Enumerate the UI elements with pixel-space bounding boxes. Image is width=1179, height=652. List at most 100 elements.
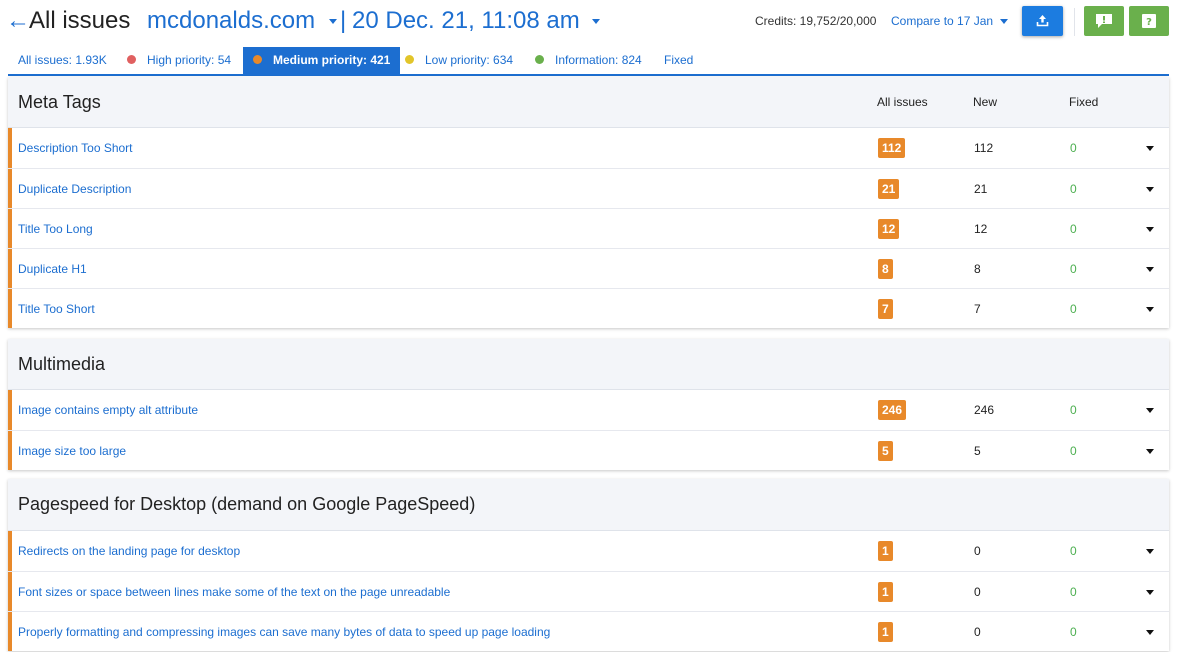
priority-stripe (8, 390, 12, 430)
fixed-count: 0 (1070, 403, 1077, 417)
expand-caret-icon[interactable] (1146, 449, 1154, 454)
green-dot-icon (535, 55, 544, 65)
tab-fixed[interactable]: Fixed (664, 47, 693, 74)
orange-dot-icon (253, 55, 262, 65)
priority-stripe (8, 431, 12, 470)
expand-caret-icon[interactable] (1146, 267, 1154, 272)
priority-stripe (8, 531, 12, 571)
new-count: 0 (974, 585, 981, 599)
tab-all-issues[interactable]: All issues: 1.93K (18, 47, 107, 74)
issue-link[interactable]: Properly formatting and compressing imag… (18, 624, 550, 640)
red-dot-icon (127, 55, 136, 65)
issue-link[interactable]: Title Too Long (18, 221, 93, 237)
issue-link[interactable]: Image contains empty alt attribute (18, 402, 198, 418)
fixed-count: 0 (1070, 222, 1077, 236)
section-meta-tags: Meta Tags All issues New Fixed Descripti… (8, 77, 1169, 328)
priority-tabs: All issues: 1.93K High priority: 54 Medi… (8, 47, 1169, 76)
question-icon: ? (1142, 14, 1156, 28)
expand-caret-icon[interactable] (1146, 590, 1154, 595)
column-header-new: New (973, 95, 998, 109)
issue-link[interactable]: Description Too Short (18, 140, 133, 156)
chevron-down-icon[interactable] (329, 19, 337, 24)
fixed-count: 0 (1070, 182, 1077, 196)
issue-list: Image contains empty alt attribute 246 2… (8, 390, 1169, 470)
title-separator: | (340, 7, 347, 34)
issue-count-badge: 1 (878, 622, 893, 642)
issue-row[interactable]: Font sizes or space between lines make s… (8, 571, 1169, 611)
feedback-button[interactable] (1084, 6, 1124, 36)
new-count: 7 (974, 302, 981, 316)
tab-label: High priority: 54 (147, 53, 232, 67)
section-header: Pagespeed for Desktop (demand on Google … (8, 479, 1169, 531)
fixed-count: 0 (1070, 544, 1077, 558)
tab-label: Information: 824 (555, 53, 642, 67)
issue-count-badge: 12 (878, 219, 900, 239)
priority-stripe (8, 249, 12, 288)
new-count: 0 (974, 544, 981, 558)
issue-count-badge: 5 (878, 441, 893, 461)
issue-row[interactable]: Title Too Long 12 12 0 (8, 208, 1169, 248)
issue-row[interactable]: Image size too large 5 5 0 (8, 430, 1169, 470)
tab-low-priority[interactable]: Low priority: 634 (405, 47, 513, 74)
compare-to-selector[interactable]: Compare to 17 Jan (891, 13, 993, 29)
section-title: Meta Tags (18, 92, 101, 112)
chevron-down-icon[interactable] (1000, 19, 1008, 24)
priority-stripe (8, 612, 12, 651)
help-button[interactable]: ? (1129, 6, 1169, 36)
issue-list: Redirects on the landing page for deskto… (8, 531, 1169, 651)
priority-stripe (8, 209, 12, 248)
issue-link[interactable]: Redirects on the landing page for deskto… (18, 543, 240, 559)
priority-stripe (8, 169, 12, 208)
expand-caret-icon[interactable] (1146, 187, 1154, 192)
issue-count-badge: 7 (878, 299, 893, 319)
issue-link[interactable]: Title Too Short (18, 301, 95, 317)
issue-row[interactable]: Title Too Short 7 7 0 (8, 288, 1169, 328)
issue-count-badge: 8 (878, 259, 893, 279)
issue-link[interactable]: Duplicate H1 (18, 261, 87, 277)
crawl-date-selector[interactable]: 20 Dec. 21, 11:08 am (352, 6, 580, 36)
fixed-count: 0 (1070, 625, 1077, 639)
issue-row[interactable]: Image contains empty alt attribute 246 2… (8, 390, 1169, 430)
expand-caret-icon[interactable] (1146, 549, 1154, 554)
tab-information[interactable]: Information: 824 (535, 47, 642, 74)
section-title: Pagespeed for Desktop (demand on Google … (18, 494, 476, 514)
issue-link[interactable]: Font sizes or space between lines make s… (18, 584, 450, 600)
new-count: 21 (974, 182, 988, 196)
section-header: Meta Tags All issues New Fixed (8, 77, 1169, 128)
expand-caret-icon[interactable] (1146, 630, 1154, 635)
column-header-fixed: Fixed (1069, 95, 1099, 109)
tab-label: Medium priority: 421 (273, 53, 391, 67)
issue-row[interactable]: Duplicate Description 21 21 0 (8, 168, 1169, 208)
new-count: 5 (974, 444, 981, 458)
priority-stripe (8, 572, 12, 611)
fixed-count: 0 (1070, 585, 1077, 599)
issue-count-badge: 112 (878, 138, 906, 158)
issue-row[interactable]: Redirects on the landing page for deskto… (8, 531, 1169, 571)
fixed-count: 0 (1070, 302, 1077, 316)
issue-link[interactable]: Image size too large (18, 443, 126, 459)
back-arrow-icon[interactable]: ← (6, 6, 30, 36)
section-multimedia: Multimedia Image contains empty alt attr… (8, 339, 1169, 470)
expand-caret-icon[interactable] (1146, 146, 1154, 151)
issue-row[interactable]: Description Too Short 112 112 0 (8, 128, 1169, 168)
tab-high-priority[interactable]: High priority: 54 (127, 47, 231, 74)
fixed-count: 0 (1070, 141, 1077, 155)
column-header-all-issues: All issues (877, 95, 928, 109)
chevron-down-icon[interactable] (592, 19, 600, 24)
exclamation-icon (1096, 14, 1112, 28)
new-count: 112 (974, 141, 994, 155)
expand-caret-icon[interactable] (1146, 408, 1154, 413)
upload-icon (1036, 15, 1049, 27)
expand-caret-icon[interactable] (1146, 227, 1154, 232)
tab-medium-priority[interactable]: Medium priority: 421 (243, 47, 401, 74)
issue-link[interactable]: Duplicate Description (18, 181, 131, 197)
section-header: Multimedia (8, 339, 1169, 390)
issue-row[interactable]: Properly formatting and compressing imag… (8, 611, 1169, 651)
header-divider (1074, 8, 1075, 36)
priority-stripe (8, 289, 12, 328)
issue-row[interactable]: Duplicate H1 8 8 0 (8, 248, 1169, 288)
expand-caret-icon[interactable] (1146, 307, 1154, 312)
issue-count-badge: 1 (878, 541, 893, 561)
domain-selector[interactable]: mcdonalds.com (147, 6, 315, 36)
export-button[interactable] (1022, 6, 1063, 36)
